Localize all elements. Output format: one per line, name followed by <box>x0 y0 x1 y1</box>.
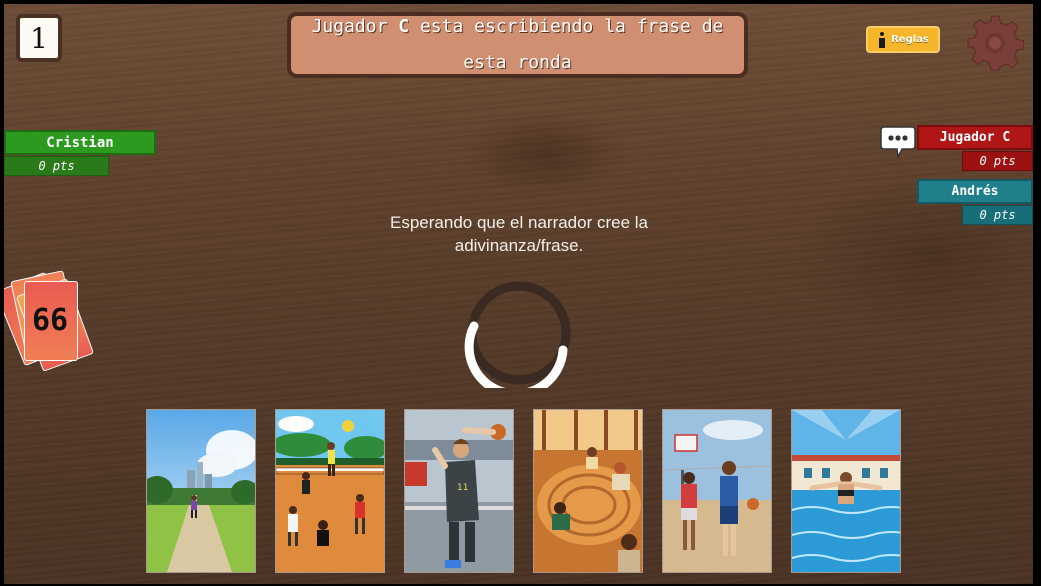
rules-button[interactable]: Reglas <box>866 26 940 53</box>
waiting-line-1: Esperando que el narrador cree la <box>390 213 648 232</box>
gear-icon[interactable] <box>966 14 1024 72</box>
player-points-andres: 0 pts <box>962 205 1033 225</box>
hand-card-5[interactable] <box>662 409 772 573</box>
player-name-jugador-c: Jugador C <box>917 125 1033 150</box>
round-number: 1 <box>30 21 48 55</box>
waiting-message: Esperando que el narrador cree la adivin… <box>344 211 694 257</box>
banner-prefix: Jugador <box>311 16 399 37</box>
hand-card-4[interactable] <box>533 409 643 573</box>
typing-indicator-icon <box>880 126 916 159</box>
banner-player: C <box>398 16 410 37</box>
player-points-jugador-c: 0 pts <box>962 151 1033 171</box>
loading-spinner <box>464 281 571 388</box>
player-name-andres: Andrés <box>917 179 1033 204</box>
meditation-circle-image <box>534 410 642 572</box>
player-points-cristian: 0 pts <box>4 156 109 176</box>
rules-label: Reglas <box>891 34 929 45</box>
banner-line2: esta ronda <box>463 52 572 73</box>
player-name-cristian: Cristian <box>4 130 156 155</box>
basketball-shot-image: 11 <box>405 410 513 572</box>
game-table: 1 Jugador C esta escribiendo la frase de… <box>4 4 1033 584</box>
deck-count: 66 <box>31 302 69 338</box>
info-icon <box>877 31 887 48</box>
hand-card-3[interactable]: 11 <box>404 409 514 573</box>
basketball-players-image <box>663 410 771 572</box>
round-status-banner: Jugador C esta escribiendo la frase de e… <box>287 12 748 78</box>
hand-card-1[interactable] <box>146 409 256 573</box>
waiting-line-2: adivinanza/frase. <box>454 236 584 255</box>
hand-card-2[interactable] <box>275 409 385 573</box>
park-runner-image <box>147 410 255 572</box>
volleyball-image <box>276 410 384 572</box>
hand-card-6[interactable] <box>791 409 901 573</box>
svg-text:11: 11 <box>457 483 468 493</box>
swimmer-image <box>792 410 900 572</box>
round-counter: 1 <box>16 14 62 62</box>
banner-line1: esta escribiendo la frase de <box>409 16 724 37</box>
